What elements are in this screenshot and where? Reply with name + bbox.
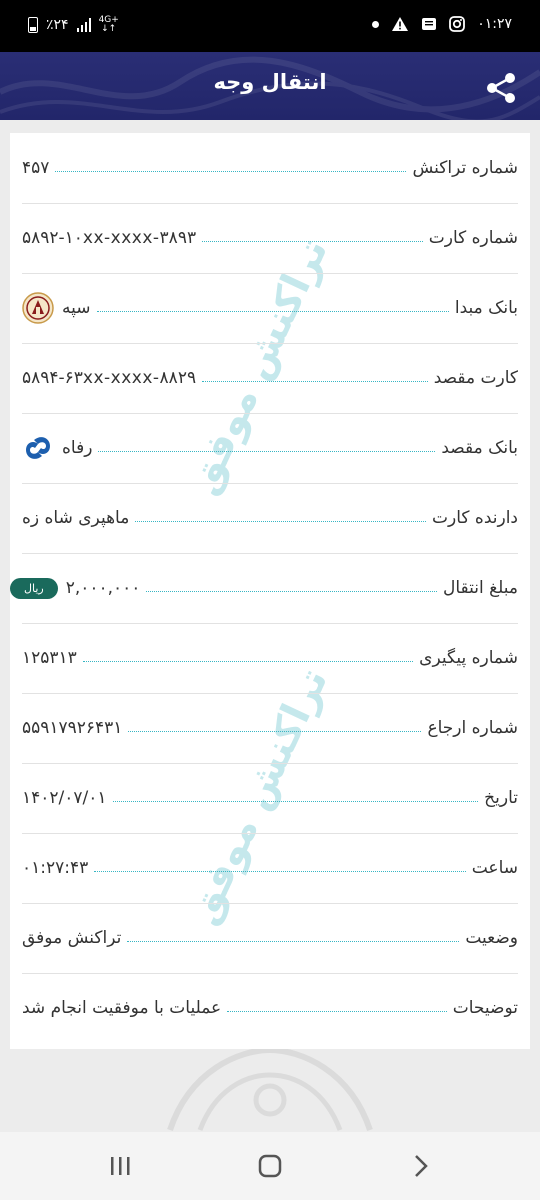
- instagram-icon: [449, 16, 466, 32]
- row-destination-card: کارت مقصد ۵۸۹۴-۶۳xx-xxxx-۸۸۲۹: [22, 343, 518, 414]
- row-status: وضعیت تراکنش موفق: [22, 903, 518, 974]
- row-label: تاریخ: [484, 788, 518, 808]
- row-card-holder: دارنده کارت ماهپری شاه زه: [22, 483, 518, 554]
- row-source-bank: بانک مبدا سپه: [22, 273, 518, 344]
- row-card-number: شماره کارت ۵۸۹۲-۱۰xx-xxxx-۳۸۹۳: [22, 203, 518, 274]
- row-label: توضیحات: [452, 998, 518, 1018]
- row-value: ۱۴۰۲/۰۷/۰۱: [22, 788, 107, 808]
- row-description: توضیحات عملیات با موفقیت انجام شد: [22, 973, 518, 1043]
- row-value: ماهپری شاه زه: [22, 508, 130, 528]
- app-header: انتقال وجه: [0, 52, 540, 120]
- row-value: ۴۵۷: [22, 158, 50, 178]
- row-label: شماره ارجاع: [427, 718, 518, 738]
- receipt-card: تراکنش موفق تراکنش موفق شماره تراکنش ۴۵۷…: [10, 133, 530, 1049]
- row-label: شماره کارت: [428, 228, 518, 248]
- row-time: ساعت ۰۱:۲۷:۴۳: [22, 833, 518, 904]
- home-icon[interactable]: [254, 1150, 286, 1182]
- row-value: ۱۲۵۳۱۳: [22, 648, 77, 668]
- clock: ۰۱:۲۷: [477, 16, 512, 32]
- status-right: ۰۱:۲۷: [372, 16, 512, 32]
- row-label: دارنده کارت: [432, 508, 518, 528]
- row-tracking-number: شماره پیگیری ۱۲۵۳۱۳: [22, 623, 518, 694]
- system-nav-bar: [0, 1132, 540, 1200]
- message-icon: [422, 18, 437, 30]
- row-value: تراکنش موفق: [22, 928, 122, 948]
- share-icon[interactable]: [480, 66, 524, 110]
- row-value: ۵۸۹۴-۶۳xx-xxxx-۸۸۲۹: [22, 368, 197, 388]
- status-left: ٪۲۴ 4G+ ↓↑: [28, 16, 119, 34]
- row-destination-bank: بانک مقصد رفاه: [22, 413, 518, 484]
- row-label: بانک مقصد: [441, 438, 518, 458]
- bank-refah-logo-icon: [26, 437, 50, 459]
- notification-dot-icon: [372, 20, 380, 28]
- row-label: شماره پیگیری: [419, 648, 518, 668]
- row-date: تاریخ ۱۴۰۲/۰۷/۰۱: [22, 763, 518, 834]
- currency-badge: ریال: [10, 577, 58, 599]
- battery-percent: ٪۲۴: [46, 17, 69, 33]
- status-bar: ٪۲۴ 4G+ ↓↑ ۰۱:۲۷: [0, 0, 540, 52]
- page-title: انتقال وجه: [213, 70, 327, 94]
- row-value: رفاه: [22, 432, 92, 464]
- row-label: کارت مقصد: [433, 368, 518, 388]
- signal-icon: [76, 18, 91, 32]
- row-transfer-amount: مبلغ انتقال ۲,۰۰۰,۰۰۰ ریال: [10, 553, 518, 624]
- row-reference-number: شماره ارجاع ۵۵۹۱۷۹۲۶۴۳۱: [22, 693, 518, 764]
- row-value: عملیات با موفقیت انجام شد: [22, 998, 222, 1018]
- row-transaction-number: شماره تراکنش ۴۵۷: [22, 133, 518, 204]
- row-value: ۲,۰۰۰,۰۰۰ ریال: [10, 577, 140, 599]
- row-label: بانک مبدا: [454, 298, 518, 318]
- battery-icon: [28, 17, 38, 33]
- network-type: 4G+ ↓↑: [98, 15, 119, 34]
- warning-icon: [392, 17, 409, 31]
- row-label: وضعیت: [465, 928, 518, 948]
- back-icon[interactable]: [404, 1150, 436, 1182]
- row-label: شماره تراکنش: [412, 158, 518, 178]
- row-value: ۰۱:۲۷:۴۳: [22, 858, 89, 878]
- bank-sepah-logo-icon: [22, 292, 54, 324]
- row-value: سپه: [22, 292, 91, 324]
- row-label: مبلغ انتقال: [442, 578, 518, 598]
- row-label: ساعت: [471, 858, 518, 878]
- row-value: ۵۸۹۲-۱۰xx-xxxx-۳۸۹۳: [22, 228, 197, 248]
- recent-apps-icon[interactable]: [104, 1150, 136, 1182]
- row-value: ۵۵۹۱۷۹۲۶۴۳۱: [22, 718, 123, 738]
